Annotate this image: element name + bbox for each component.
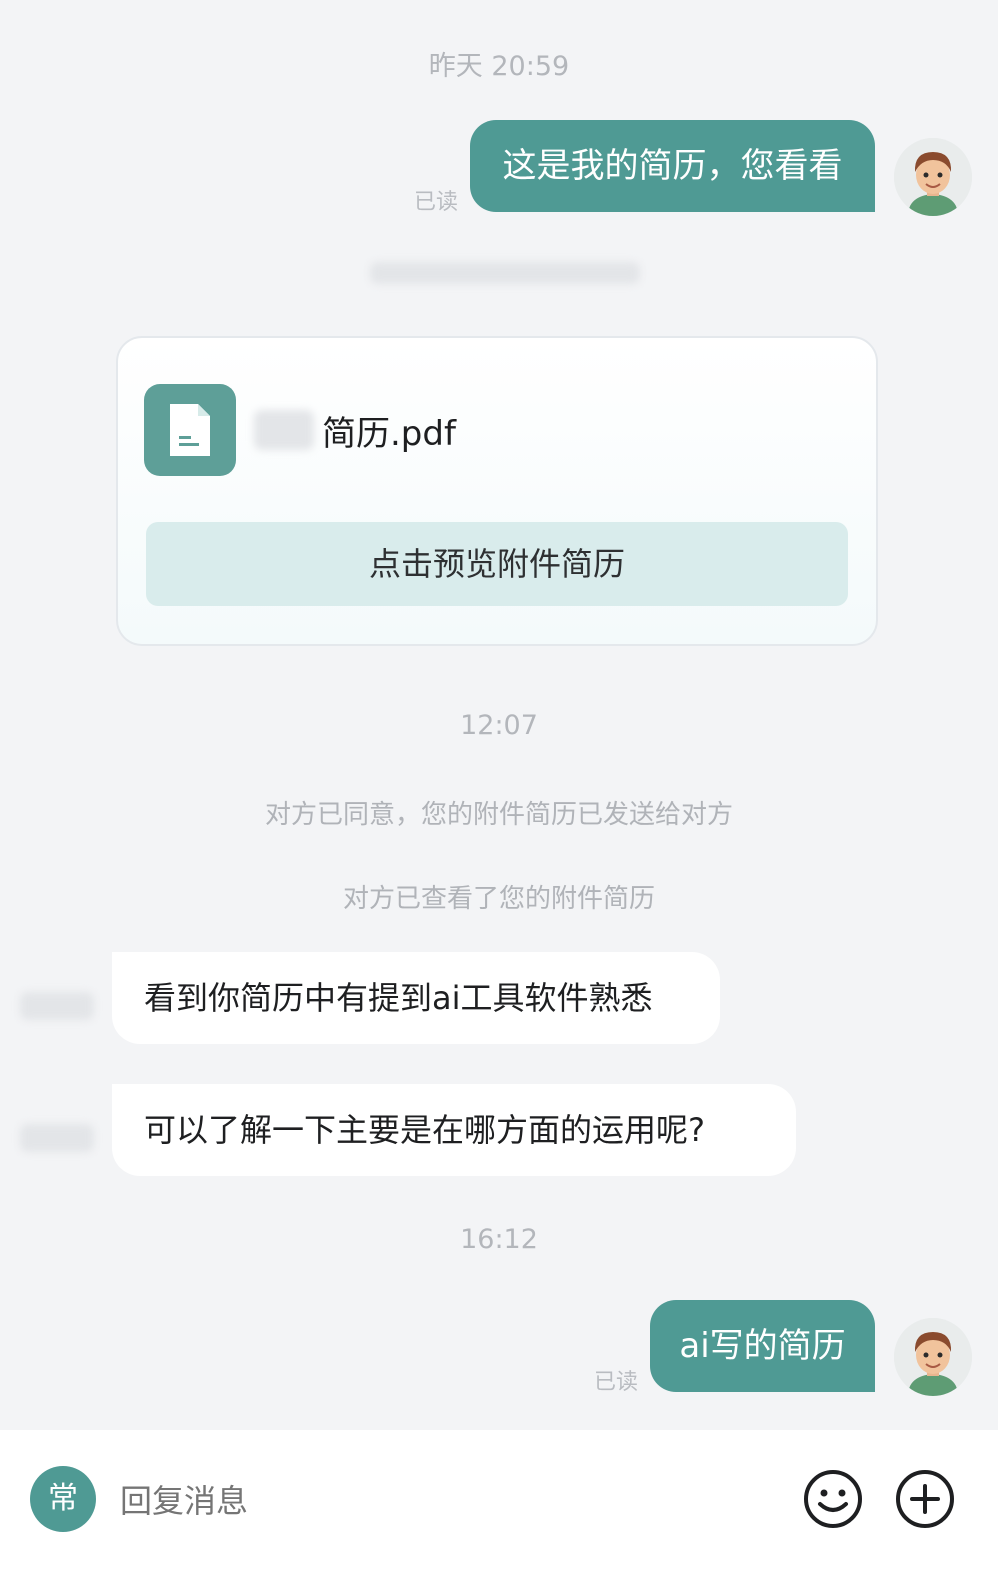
blurred-text bbox=[370, 262, 640, 284]
read-status: 已读 bbox=[414, 190, 459, 215]
avatar-icon bbox=[894, 138, 972, 216]
input-bar: 常 bbox=[0, 1430, 998, 1578]
system-notice: 对方已同意，您的附件简历已发送给对方 bbox=[264, 800, 733, 830]
blurred-label bbox=[20, 992, 94, 1020]
incoming-message-bubble[interactable]: 可以了解一下主要是在哪方面的运用呢? bbox=[112, 1084, 796, 1176]
emoji-icon[interactable] bbox=[802, 1468, 864, 1530]
timestamp: 12:07 bbox=[460, 710, 538, 741]
outgoing-message-bubble[interactable]: ai写的简历 bbox=[650, 1300, 875, 1392]
message-input[interactable] bbox=[118, 1470, 762, 1532]
user-avatar[interactable] bbox=[894, 138, 972, 216]
blurred-label bbox=[20, 1124, 94, 1152]
quick-reply-button[interactable]: 常 bbox=[30, 1466, 96, 1532]
plus-icon[interactable] bbox=[894, 1468, 956, 1530]
timestamp: 16:12 bbox=[460, 1224, 538, 1255]
attachment-card[interactable]: 简历.pdf 点击预览附件简历 bbox=[116, 336, 878, 646]
preview-attachment-button[interactable]: 点击预览附件简历 bbox=[146, 522, 848, 606]
system-notice: 对方已查看了您的附件简历 bbox=[342, 884, 655, 914]
attachment-file-name: 简历.pdf bbox=[322, 414, 456, 454]
user-avatar[interactable] bbox=[894, 1318, 972, 1396]
timestamp: 昨天 20:59 bbox=[428, 51, 570, 82]
blurred-file-prefix bbox=[254, 410, 314, 450]
incoming-message-bubble[interactable]: 看到你简历中有提到ai工具软件熟悉 bbox=[112, 952, 720, 1044]
file-icon bbox=[144, 384, 236, 476]
read-status: 已读 bbox=[594, 1370, 639, 1395]
outgoing-message-bubble[interactable]: 这是我的简历，您看看 bbox=[470, 120, 875, 212]
avatar-icon bbox=[894, 1318, 972, 1396]
